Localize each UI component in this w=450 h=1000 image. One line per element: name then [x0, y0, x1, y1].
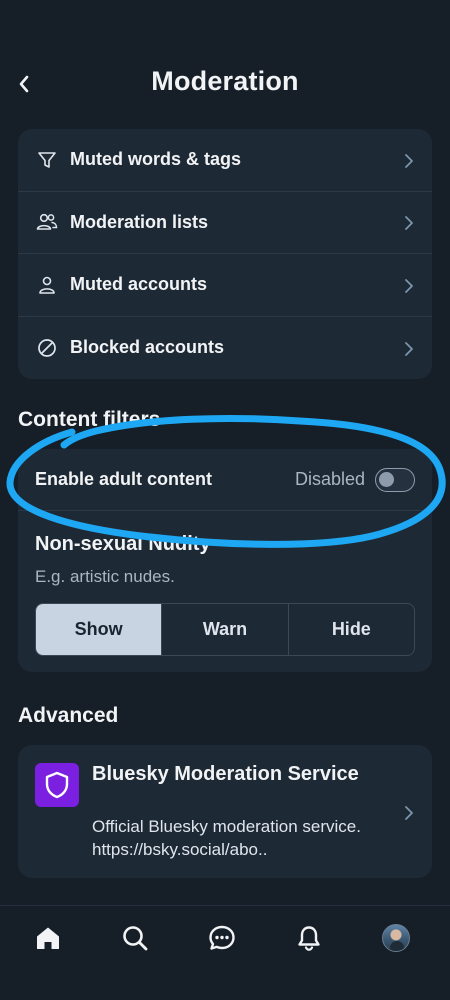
tab-home[interactable] [30, 920, 66, 956]
content-filters-heading: Content filters [18, 408, 161, 431]
people-icon [36, 211, 58, 233]
block-icon [36, 337, 58, 359]
service-name: Bluesky Moderation Service [92, 763, 359, 785]
chevron-right-icon [405, 341, 413, 356]
bottom-tab-bar [0, 905, 450, 1000]
page-title: Moderation [151, 66, 299, 96]
tab-search[interactable] [117, 920, 153, 956]
option-hide-button[interactable]: Hide [289, 604, 414, 655]
nudity-filter-options: Show Warn Hide [35, 603, 415, 656]
tab-notifications[interactable] [291, 920, 327, 956]
search-icon [123, 926, 148, 951]
chat-icon [209, 925, 235, 950]
bell-icon [298, 926, 320, 951]
content-filters-card: Enable adult content Disabled Non-sexual… [18, 449, 432, 672]
advanced-heading: Advanced [18, 704, 119, 727]
home-icon [37, 927, 59, 949]
chevron-right-icon [405, 216, 413, 231]
nudity-filter-description: E.g. artistic nudes. [35, 567, 175, 586]
adult-content-status: Disabled [294, 469, 365, 489]
filter-icon [36, 149, 58, 171]
avatar [382, 924, 410, 952]
header: Moderation [0, 0, 450, 118]
moderation-service-card[interactable]: Bluesky Moderation Service Official Blue… [18, 745, 432, 878]
adult-content-label: Enable adult content [35, 469, 213, 489]
option-warn-button[interactable]: Warn [162, 604, 289, 655]
menu-item-label: Blocked accounts [70, 337, 225, 358]
menu-item-label: Muted words & tags [70, 149, 242, 170]
adult-content-toggle[interactable] [375, 467, 415, 492]
nudity-filter-title: Non-sexual Nudity [35, 533, 211, 555]
adult-content-row[interactable]: Enable adult content Disabled [18, 449, 432, 511]
chevron-right-icon [405, 278, 413, 293]
menu-item-label: Muted accounts [70, 274, 208, 295]
toggle-knob [379, 471, 394, 487]
menu-item-muted-accounts[interactable]: Muted accounts [18, 254, 432, 317]
menu-item-label: Moderation lists [70, 211, 209, 232]
menu-item-muted-words[interactable]: Muted words & tags [18, 129, 432, 192]
menu-item-moderation-lists[interactable]: Moderation lists [18, 192, 432, 254]
tab-profile[interactable] [378, 920, 414, 956]
menu-item-blocked-accounts[interactable]: Blocked accounts [18, 317, 432, 380]
shield-icon [35, 763, 79, 807]
person-icon [36, 274, 58, 296]
chevron-right-icon [405, 153, 413, 168]
tab-chat[interactable] [204, 920, 240, 956]
service-description: Official Bluesky moderation service. htt… [92, 817, 361, 859]
option-show-button[interactable]: Show [36, 604, 163, 655]
moderation-menu: Muted words & tags Moderation lists Mute… [18, 129, 432, 379]
chevron-right-icon [405, 806, 413, 820]
